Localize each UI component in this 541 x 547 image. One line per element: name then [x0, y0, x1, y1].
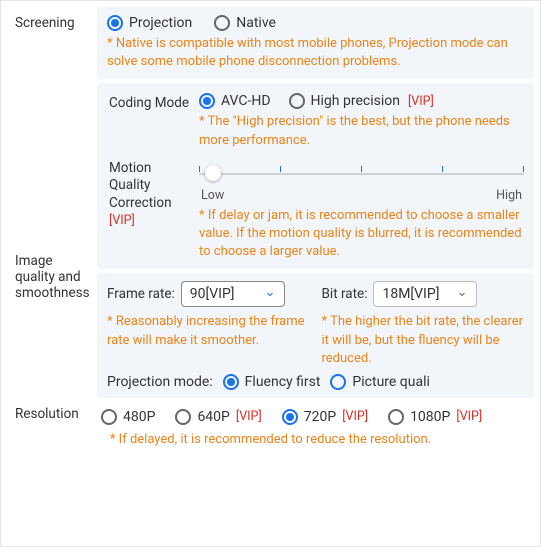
projection-picture-radio[interactable]: Picture quali: [330, 374, 429, 390]
projection-picture-text: Picture quali: [352, 374, 429, 390]
coding-highprec-radio[interactable]: High precision [VIP]: [289, 93, 434, 109]
radio-icon: [214, 15, 230, 31]
screening-label: Screening: [7, 7, 97, 37]
frame-rate-label: Frame rate:: [107, 286, 175, 302]
vip-badge: [VIP]: [236, 409, 262, 424]
resolution-option-label: 720P: [304, 409, 336, 425]
screening-native-radio[interactable]: Native: [214, 15, 276, 31]
bit-rate-select[interactable]: 18M[VIP]: [373, 281, 477, 307]
resolution-640p-radio[interactable]: 640P [VIP]: [175, 409, 261, 425]
projection-mode-label: Projection mode:: [107, 374, 213, 390]
vip-badge: [VIP]: [408, 94, 434, 109]
radio-selected-icon: [282, 409, 298, 425]
motion-label-text: Motion Quality Correction: [109, 160, 172, 211]
resolution-option-label: 480P: [123, 409, 155, 425]
slider-low-label: Low: [201, 188, 224, 203]
radio-selected-icon: [223, 374, 239, 390]
coding-avchd-radio[interactable]: AVC-HD: [199, 93, 271, 109]
resolution-480p-radio[interactable]: 480P: [101, 409, 155, 425]
slider-high-label: High: [496, 188, 522, 203]
image-quality-label: Image quality and smoothness: [7, 83, 97, 307]
resolution-720p-radio[interactable]: 720P [VIP]: [282, 409, 368, 425]
screening-projection-text: Projection: [129, 15, 192, 31]
radio-icon: [388, 409, 404, 425]
bit-rate-value: 18M[VIP]: [382, 286, 439, 302]
coding-motion-panel: Coding Mode AVC-HD High precision [VIP]: [97, 83, 534, 269]
bit-rate-label: Bit rate:: [322, 286, 368, 302]
motion-slider[interactable]: [199, 162, 524, 186]
radio-icon: [175, 409, 191, 425]
chevron-down-icon: [456, 288, 468, 300]
bit-rate-hint: * The higher the bit rate, the clearer i…: [322, 313, 525, 368]
coding-highprec-text: High precision: [311, 93, 400, 109]
rate-panel: Frame rate: 90[VIP] * Reasonably increas…: [97, 273, 534, 398]
resolution-option-label: 640P: [197, 409, 229, 425]
frame-rate-hint: * Reasonably increasing the frame rate w…: [107, 313, 310, 349]
projection-fluency-radio[interactable]: Fluency first: [223, 374, 321, 390]
motion-label: Motion Quality Correction [VIP]: [107, 156, 199, 230]
chevron-down-icon: [264, 288, 276, 300]
radio-selected-icon: [199, 93, 215, 109]
vip-badge: [VIP]: [342, 409, 368, 424]
resolution-hint: * If delayed, it is recommended to reduc…: [7, 432, 534, 447]
vip-badge: [VIP]: [109, 213, 135, 228]
resolution-option-label: 1080P: [410, 409, 450, 425]
frame-rate-value: 90[VIP]: [190, 286, 235, 302]
vip-badge: [VIP]: [456, 409, 482, 424]
radio-icon: [101, 409, 117, 425]
radio-selected-icon: [107, 15, 123, 31]
screening-hint: * Native is compatible with most mobile …: [107, 35, 524, 71]
motion-hint: * If delay or jam, it is recommended to …: [199, 207, 524, 262]
screening-projection-radio[interactable]: Projection: [107, 15, 192, 31]
slider-thumb-icon[interactable]: [205, 165, 221, 181]
radio-icon: [289, 93, 305, 109]
screening-panel: Projection Native * Native is compatible…: [97, 7, 534, 79]
coding-avchd-text: AVC-HD: [221, 93, 271, 109]
projection-fluency-text: Fluency first: [245, 374, 321, 390]
resolution-1080p-radio[interactable]: 1080P [VIP]: [388, 409, 482, 425]
resolution-label: Resolution: [7, 402, 97, 428]
coding-hint: * The "High precision" is the best, but …: [199, 113, 524, 149]
radio-icon: [330, 374, 346, 390]
frame-rate-select[interactable]: 90[VIP]: [181, 281, 285, 307]
screening-native-text: Native: [236, 15, 276, 31]
coding-mode-label: Coding Mode: [107, 91, 199, 113]
